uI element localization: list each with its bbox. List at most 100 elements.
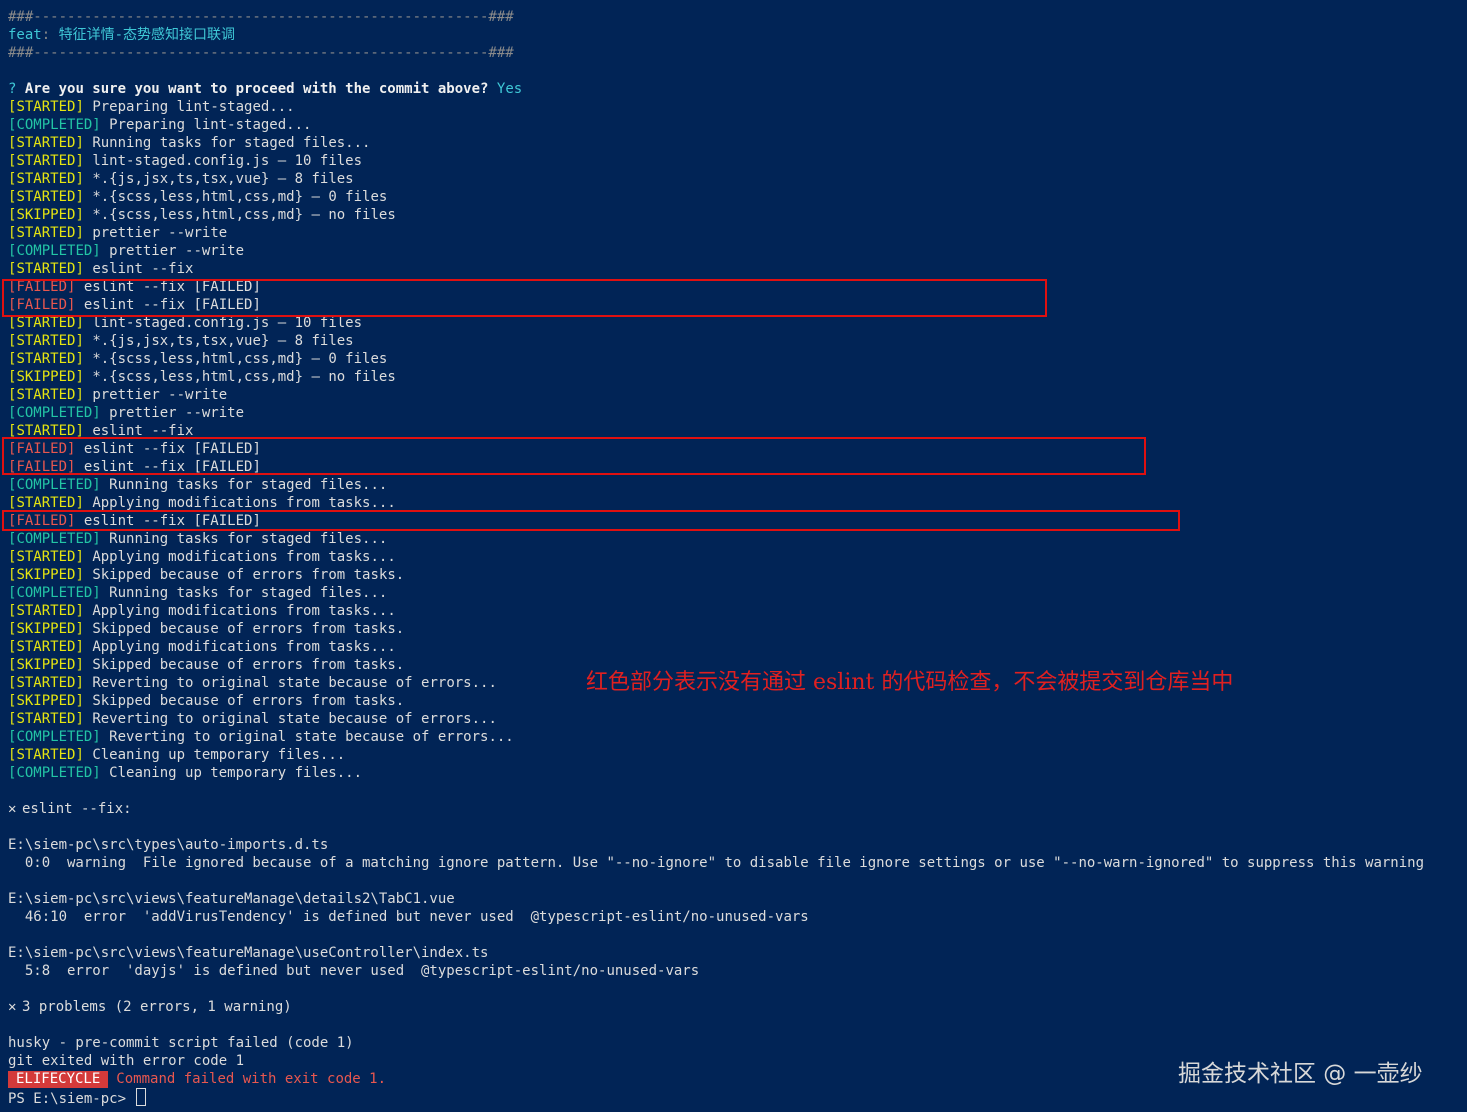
log-text: Skipped because of errors from tasks. — [92, 567, 405, 583]
report-file-path: E:\siem-pc\src\views\featureManage\detai… — [8, 891, 455, 907]
commit-type: feat — [8, 27, 42, 43]
log-text: lint-staged.config.js — 10 files — [92, 153, 363, 169]
log-tag: STARTED — [16, 549, 76, 565]
prompt-question: Are you sure you want to proceed with th… — [24, 81, 489, 97]
ps-prompt: PS E:\siem-pc> — [8, 1091, 135, 1106]
log-line: [STARTED] Applying modifications from ta… — [8, 549, 396, 565]
log-text: Preparing lint-staged... — [92, 99, 295, 115]
log-text: Applying modifications from tasks... — [92, 639, 396, 655]
eslint-heading-line: ✕ eslint --fix: — [8, 800, 1467, 818]
log-tag: SKIPPED — [16, 207, 76, 223]
log-text: Running tasks for staged files... — [109, 585, 388, 601]
log-text: eslint --fix [FAILED] — [83, 441, 261, 457]
log-line: [STARTED] lint-staged.config.js — 10 fil… — [8, 315, 363, 331]
log-text: Applying modifications from tasks... — [92, 603, 396, 619]
log-line: [COMPLETED] Running tasks for staged fil… — [8, 585, 388, 601]
log-tag: STARTED — [16, 171, 76, 187]
log-tag: COMPLETED — [16, 117, 93, 133]
log-line: [COMPLETED] Cleaning up temporary files.… — [8, 765, 363, 781]
elifecycle-badge: ELIFECYCLE — [8, 1071, 109, 1088]
log-line: [SKIPPED] *.{scss,less,html,css,md} — no… — [8, 207, 396, 223]
log-tag: STARTED — [16, 711, 76, 727]
log-line: [STARTED] *.{js,jsx,ts,tsx,vue} — 8 file… — [8, 333, 354, 349]
log-tag: SKIPPED — [16, 369, 76, 385]
log-text: eslint --fix — [92, 261, 194, 277]
report-file-path: E:\siem-pc\src\views\featureManage\useCo… — [8, 945, 489, 961]
terminal-output[interactable]: ###-------------------------------------… — [8, 8, 1467, 1106]
log-line: [STARTED] Applying modifications from ta… — [8, 639, 396, 655]
log-tag: COMPLETED — [16, 243, 93, 259]
report-message: 5:8 error 'dayjs' is defined but never u… — [8, 963, 700, 979]
log-line: [STARTED] prettier --write — [8, 387, 228, 403]
elifecycle-error: Command failed with exit code 1. — [116, 1071, 387, 1087]
log-tag: STARTED — [16, 225, 76, 241]
log-tag: FAILED — [16, 279, 68, 295]
commit-message-line: feat: 特征详情-态势感知接口联调 — [8, 27, 236, 43]
log-line: [STARTED] *.{scss,less,html,css,md} — 0 … — [8, 351, 388, 367]
log-line: [COMPLETED] prettier --write — [8, 405, 245, 421]
report-message: 0:0 warning File ignored because of a ma… — [8, 855, 1425, 871]
log-text: Reverting to original state because of e… — [92, 711, 497, 727]
log-text: *.{scss,less,html,css,md} — no files — [92, 369, 396, 385]
log-line: [SKIPPED] Skipped because of errors from… — [8, 567, 405, 583]
log-line: [COMPLETED] prettier --write — [8, 243, 245, 259]
log-text: prettier --write — [109, 243, 245, 259]
log-line: [FAILED] eslint --fix [FAILED] — [8, 441, 261, 457]
log-tag: COMPLETED — [16, 405, 93, 421]
report-file-path: E:\siem-pc\src\types\auto-imports.d.ts — [8, 837, 329, 853]
log-line: [STARTED] Applying modifications from ta… — [8, 495, 396, 511]
log-tag: STARTED — [16, 99, 76, 115]
log-tag: STARTED — [16, 153, 76, 169]
log-tag: STARTED — [16, 423, 76, 439]
log-text: eslint --fix — [92, 423, 194, 439]
log-text: Reverting to original state because of e… — [109, 729, 514, 745]
log-tag: SKIPPED — [16, 621, 76, 637]
log-text: Cleaning up temporary files... — [92, 747, 346, 763]
log-tag: COMPLETED — [16, 531, 93, 547]
log-text: Running tasks for staged files... — [109, 477, 388, 493]
log-tag: STARTED — [16, 387, 76, 403]
problems-summary-line: ✕ 3 problems (2 errors, 1 warning) — [8, 998, 1467, 1016]
eslint-heading: eslint --fix: — [22, 801, 132, 817]
log-text: *.{scss,less,html,css,md} — no files — [92, 207, 396, 223]
header-rule-bottom: ###-------------------------------------… — [8, 45, 514, 61]
log-text: Applying modifications from tasks... — [92, 495, 396, 511]
log-text: eslint --fix [FAILED] — [83, 279, 261, 295]
log-text: Running tasks for staged files... — [92, 135, 371, 151]
question-mark-icon: ? — [8, 81, 17, 97]
log-line: [STARTED] Applying modifications from ta… — [8, 603, 396, 619]
log-tag: FAILED — [16, 513, 68, 529]
log-text: Preparing lint-staged... — [109, 117, 312, 133]
header-rule-top: ###-------------------------------------… — [8, 9, 514, 25]
log-text: Cleaning up temporary files... — [109, 765, 363, 781]
log-text: prettier --write — [92, 387, 228, 403]
log-text: *.{js,jsx,ts,tsx,vue} — 8 files — [92, 171, 354, 187]
log-line: [COMPLETED] Running tasks for staged fil… — [8, 531, 388, 547]
log-text: Running tasks for staged files... — [109, 531, 388, 547]
log-tag: STARTED — [16, 189, 76, 205]
log-text: eslint --fix [FAILED] — [83, 513, 261, 529]
log-line: [SKIPPED] Skipped because of errors from… — [8, 621, 405, 637]
log-tag: SKIPPED — [16, 567, 76, 583]
log-line: [FAILED] eslint --fix [FAILED] — [8, 279, 261, 295]
report-message: 46:10 error 'addVirusTendency' is define… — [8, 909, 809, 925]
log-line: [STARTED] Reverting to original state be… — [8, 711, 497, 727]
log-text: prettier --write — [109, 405, 245, 421]
log-tag: STARTED — [16, 639, 76, 655]
log-tag: STARTED — [16, 675, 76, 691]
log-tag: STARTED — [16, 135, 76, 151]
log-line: [STARTED] lint-staged.config.js — 10 fil… — [8, 153, 363, 169]
commit-subject: 特征详情-态势感知接口联调 — [58, 27, 236, 43]
log-line: [COMPLETED] Reverting to original state … — [8, 729, 514, 745]
log-line: [FAILED] eslint --fix [FAILED] — [8, 297, 261, 313]
log-text: *.{scss,less,html,css,md} — 0 files — [92, 351, 388, 367]
log-line: [FAILED] eslint --fix [FAILED] — [8, 513, 261, 529]
log-tag: STARTED — [16, 315, 76, 331]
log-tag: SKIPPED — [16, 693, 76, 709]
problems-summary: 3 problems (2 errors, 1 warning) — [22, 999, 292, 1015]
ps-prompt-line[interactable]: PS E:\siem-pc> — [8, 1088, 1467, 1106]
log-text: Applying modifications from tasks... — [92, 549, 396, 565]
log-line: [STARTED] *.{js,jsx,ts,tsx,vue} — 8 file… — [8, 171, 354, 187]
log-text: *.{js,jsx,ts,tsx,vue} — 8 files — [92, 333, 354, 349]
text-cursor[interactable] — [136, 1088, 147, 1106]
